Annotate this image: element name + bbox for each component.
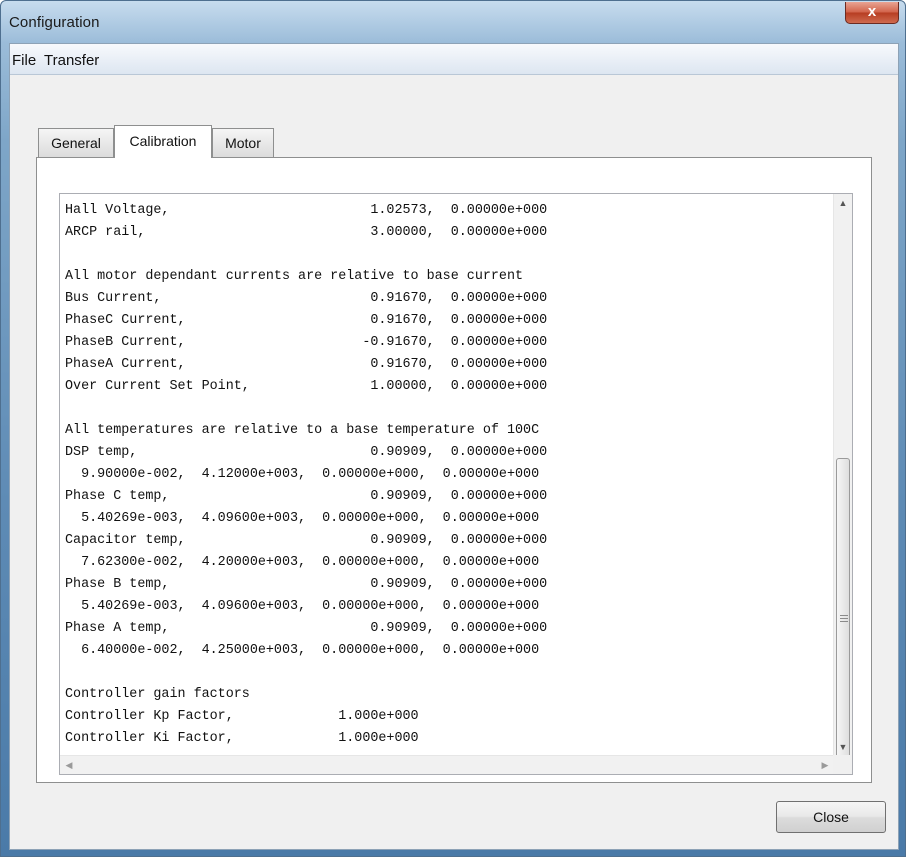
client-area: File Transfer General Calibration Motor … <box>9 43 899 850</box>
menu-file[interactable]: File <box>12 52 36 69</box>
close-icon: x <box>867 3 877 20</box>
tab-general[interactable]: General <box>38 128 114 157</box>
right-arrow-icon[interactable]: ▶ <box>816 756 834 774</box>
menu-transfer[interactable]: Transfer <box>44 52 99 69</box>
calibration-text-area[interactable]: Hall Voltage, 1.02573, 0.00000e+000 ARCP… <box>60 194 834 756</box>
down-arrow-icon[interactable]: ▼ <box>834 738 852 756</box>
up-arrow-icon[interactable]: ▲ <box>834 194 852 212</box>
close-button[interactable]: Close <box>776 801 886 833</box>
window-title: Configuration <box>9 14 100 31</box>
vertical-scrollbar[interactable]: ▲ ▼ <box>833 194 852 774</box>
window-frame: Configuration x File Transfer General Ca… <box>0 0 906 857</box>
menu-bar: File Transfer <box>10 44 898 75</box>
grip-icon <box>840 615 848 623</box>
horizontal-scrollbar[interactable]: ◀ ▶ <box>60 755 834 774</box>
calibration-tab-panel: Hall Voltage, 1.02573, 0.00000e+000 ARCP… <box>36 157 872 783</box>
calibration-text-box[interactable]: Hall Voltage, 1.02573, 0.00000e+000 ARCP… <box>59 193 853 775</box>
tab-motor[interactable]: Motor <box>212 128 274 157</box>
vertical-scroll-thumb[interactable] <box>836 458 850 774</box>
left-arrow-icon[interactable]: ◀ <box>60 756 78 774</box>
calibration-text: Hall Voltage, 1.02573, 0.00000e+000 ARCP… <box>65 203 548 746</box>
tab-calibration[interactable]: Calibration <box>114 125 212 158</box>
window-close-button[interactable]: x <box>845 2 899 24</box>
scrollbar-corner <box>833 755 852 774</box>
